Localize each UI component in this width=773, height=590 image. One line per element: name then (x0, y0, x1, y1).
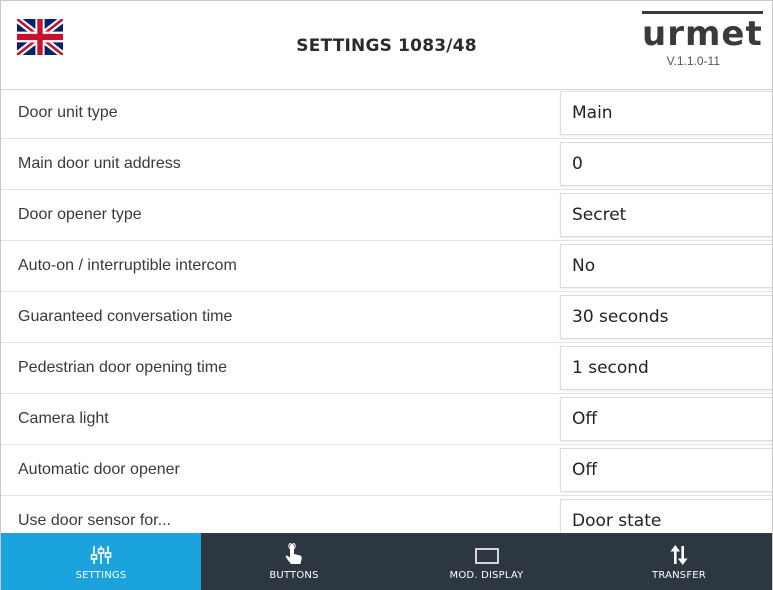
setting-label: Main door unit address (18, 155, 181, 172)
settings-list: Door unit type Main Main door unit addre… (1, 89, 772, 533)
tab-transfer[interactable]: TRANSFER (586, 533, 772, 590)
setting-label: Auto-on / interruptible intercom (18, 257, 237, 274)
setting-row-auto-on-intercom: Auto-on / interruptible intercom No (1, 242, 772, 292)
setting-row-main-door-unit-address: Main door unit address 0 (1, 140, 772, 190)
setting-row-camera-light: Camera light Off (1, 395, 772, 445)
setting-label: Use door sensor for... (18, 512, 171, 529)
tab-label: SETTINGS (75, 569, 127, 581)
brand: urmet V.1.1.0-11 (642, 11, 763, 68)
setting-label: Door opener type (18, 206, 142, 223)
header: SETTINGS 1083/48 urmet V.1.1.0-11 (1, 1, 772, 90)
setting-label: Camera light (18, 410, 109, 427)
sliders-icon (90, 543, 112, 567)
transfer-arrows-icon (669, 543, 689, 567)
setting-value-field[interactable]: Door state (560, 499, 772, 533)
setting-row-conversation-time: Guaranteed conversation time 30 seconds (1, 293, 772, 343)
tab-buttons[interactable]: BUTTONS (201, 533, 387, 590)
brand-logo: urmet (642, 11, 763, 52)
setting-value-field[interactable]: 0 (560, 142, 772, 186)
setting-label: Guaranteed conversation time (18, 308, 233, 325)
setting-value-field[interactable]: No (560, 244, 772, 288)
setting-value-field[interactable]: Main (560, 91, 772, 135)
setting-label: Pedestrian door opening time (18, 359, 228, 376)
setting-value-field[interactable]: 30 seconds (560, 295, 772, 339)
settings-screen: SETTINGS 1083/48 urmet V.1.1.0-11 Door u… (0, 0, 773, 590)
setting-value-field[interactable]: 1 second (560, 346, 772, 390)
tab-label: MOD. DISPLAY (449, 569, 524, 581)
setting-label: Automatic door opener (18, 461, 180, 478)
setting-row-door-opener-type: Door opener type Secret (1, 191, 772, 241)
tab-settings[interactable]: SETTINGS (1, 533, 201, 590)
setting-row-pedestrian-door-time: Pedestrian door opening time 1 second (1, 344, 772, 394)
setting-row-door-unit-type: Door unit type Main (1, 89, 772, 139)
setting-row-door-sensor: Use door sensor for... Door state (1, 497, 772, 533)
version-label: V.1.1.0-11 (666, 54, 720, 68)
display-icon (474, 543, 500, 567)
setting-value-field[interactable]: Secret (560, 193, 772, 237)
setting-value-field[interactable]: Off (560, 397, 772, 441)
setting-row-automatic-door-opener: Automatic door opener Off (1, 446, 772, 496)
tab-label: BUTTONS (269, 569, 319, 581)
hand-pointer-icon (283, 542, 305, 567)
tab-label: TRANSFER (652, 569, 706, 581)
bottom-tab-bar: SETTINGS BUTTONS MOD. DISPLAY TRANSFER (1, 533, 772, 590)
setting-value-field[interactable]: Off (560, 448, 772, 492)
tab-mod-display[interactable]: MOD. DISPLAY (387, 533, 586, 590)
setting-label: Door unit type (18, 104, 118, 121)
